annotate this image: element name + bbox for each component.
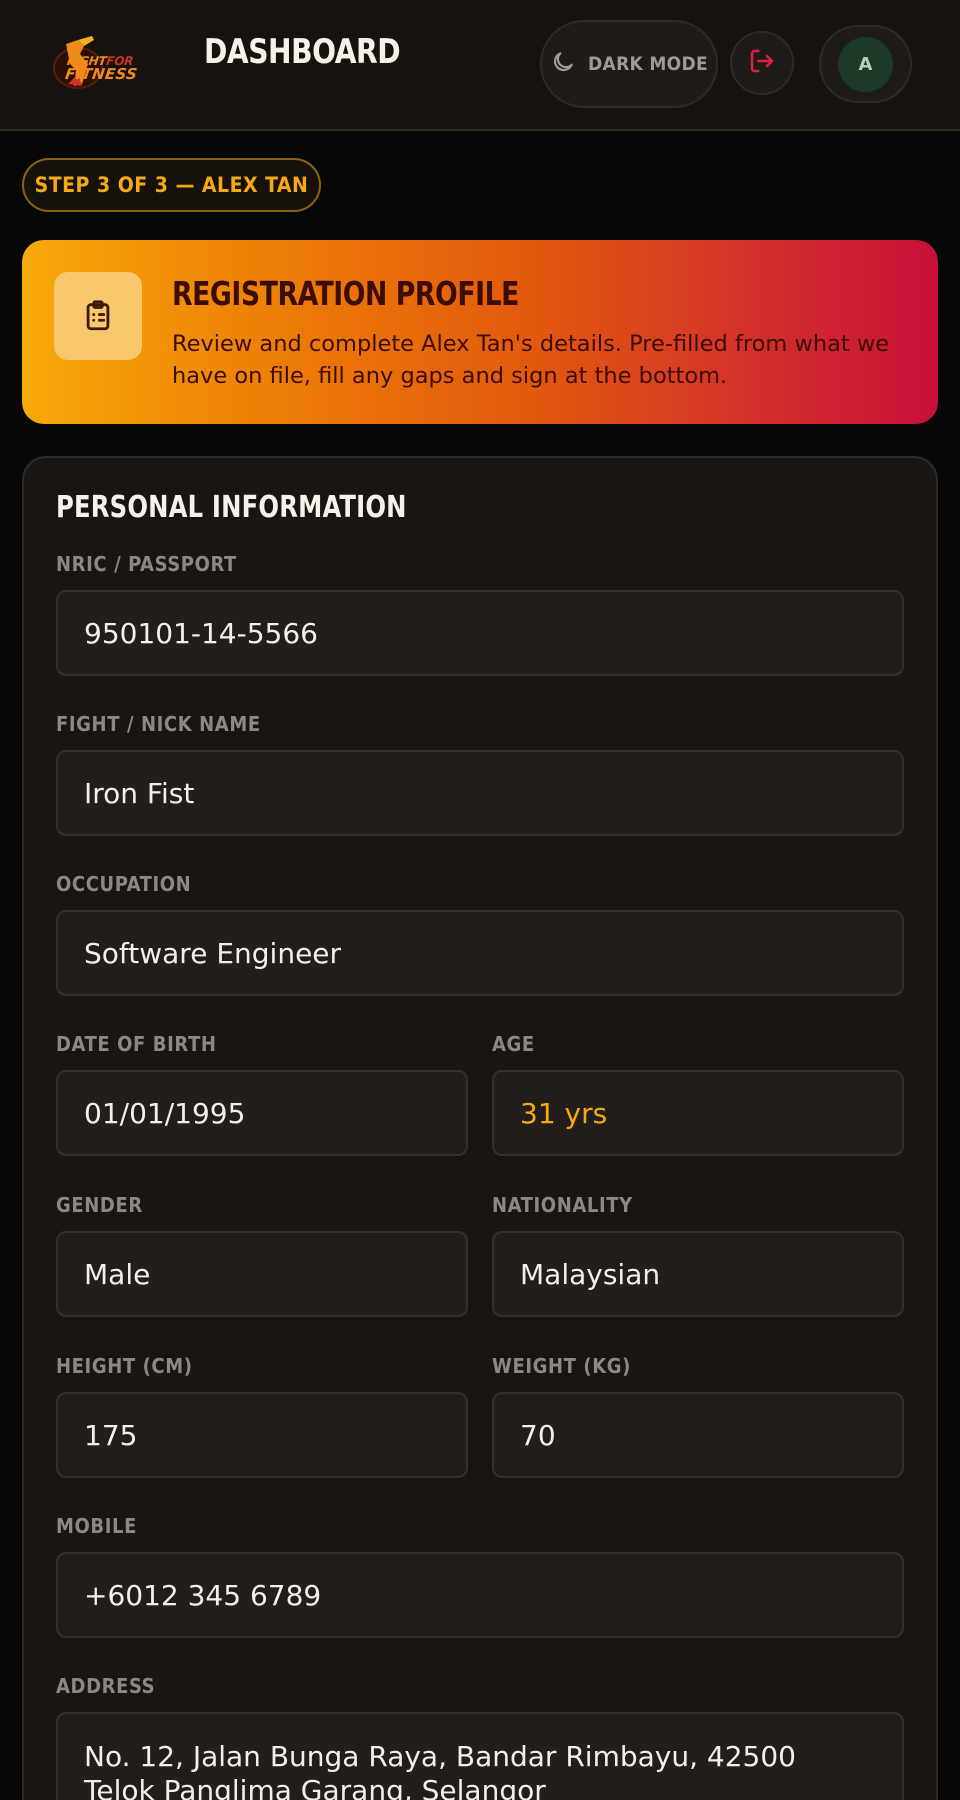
age-field: 31 yrs [492, 1070, 904, 1156]
logo-wordmark: FIGHTFOR FITNESS [64, 54, 139, 83]
dark-mode-label: DARK MODE [588, 53, 708, 75]
gender-label: GENDER [56, 1193, 143, 1217]
weight-label: WEIGHT (KG) [492, 1354, 631, 1378]
section-title: PERSONAL INFORMATION [56, 490, 407, 525]
dark-mode-toggle[interactable]: DARK MODE [540, 20, 718, 108]
moon-icon [550, 49, 576, 79]
height-label: HEIGHT (CM) [56, 1354, 193, 1378]
dob-field[interactable]: 01/01/1995 [56, 1070, 468, 1156]
registration-banner: REGISTRATION PROFILE Review and complete… [22, 240, 938, 424]
user-menu-button[interactable]: A [819, 25, 912, 103]
logout-icon [747, 46, 777, 80]
nickname-field[interactable]: Iron Fist [56, 750, 904, 836]
banner-description: Review and complete Alex Tan's details. … [172, 331, 890, 389]
clipboard-icon [54, 272, 142, 360]
address-label: ADDRESS [56, 1674, 156, 1698]
mobile-label: MOBILE [56, 1514, 137, 1538]
fight-for-fitness-logo[interactable]: FIGHTFOR FITNESS [48, 34, 164, 92]
age-label: AGE [492, 1032, 535, 1056]
nric-field[interactable]: 950101-14-5566 [56, 590, 904, 676]
banner-title: REGISTRATION PROFILE [172, 274, 520, 313]
page-title: DASHBOARD [204, 32, 401, 72]
logout-button[interactable] [730, 31, 794, 95]
dob-label: DATE OF BIRTH [56, 1032, 217, 1056]
nationality-label: NATIONALITY [492, 1193, 633, 1217]
gender-field[interactable]: Male [56, 1231, 468, 1317]
nationality-field[interactable]: Malaysian [492, 1231, 904, 1317]
weight-field[interactable]: 70 [492, 1392, 904, 1478]
nric-label: NRIC / PASSPORT [56, 552, 237, 576]
mobile-field[interactable]: +6012 345 6789 [56, 1552, 904, 1638]
height-field[interactable]: 175 [56, 1392, 468, 1478]
nickname-label: FIGHT / NICK NAME [56, 712, 261, 736]
occupation-field[interactable]: Software Engineer [56, 910, 904, 996]
occupation-label: OCCUPATION [56, 872, 192, 896]
app-header: FIGHTFOR FITNESS DASHBOARD DARK MODE A [0, 0, 960, 131]
address-field[interactable]: No. 12, Jalan Bunga Raya, Bandar Rimbayu… [56, 1712, 904, 1800]
step-indicator-badge: STEP 3 OF 3 — ALEX TAN [22, 158, 321, 212]
avatar: A [838, 36, 893, 92]
